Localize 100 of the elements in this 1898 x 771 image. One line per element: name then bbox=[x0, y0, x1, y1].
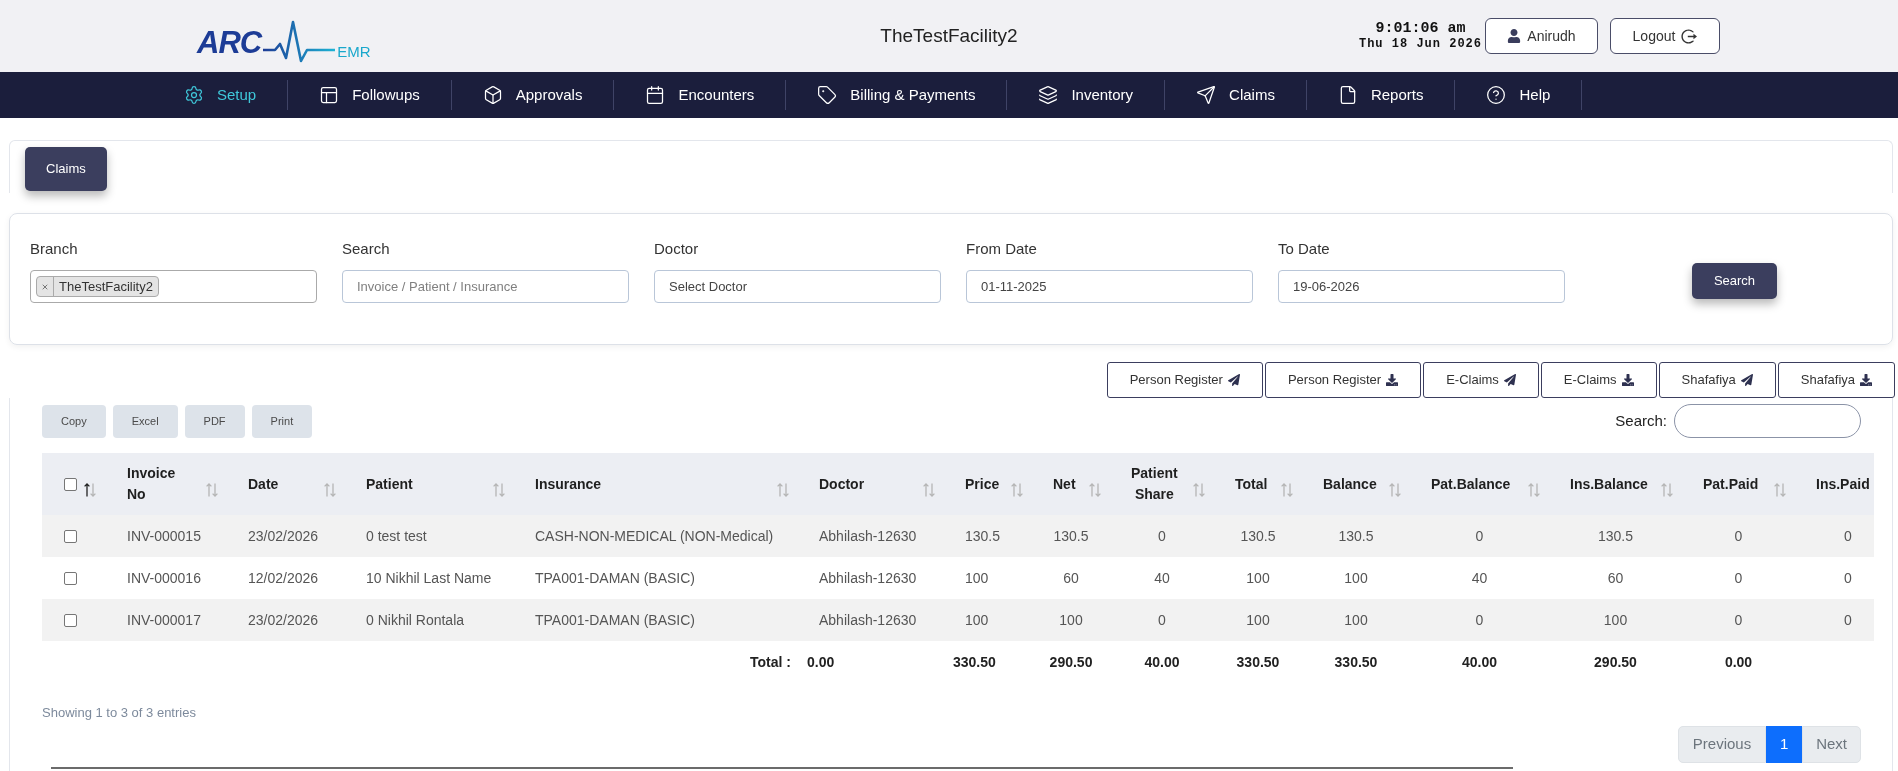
total-cell-text: 330.50 bbox=[1236, 653, 1280, 672]
table-cell-text: 130.5 bbox=[965, 526, 1001, 546]
page-tab[interactable]: Claims bbox=[25, 147, 107, 191]
gear-icon bbox=[184, 85, 204, 105]
export-button[interactable]: Person Register bbox=[1264, 362, 1422, 398]
table-cell-text: 0 bbox=[1734, 526, 1743, 546]
tag-label: TheTestFacility2 bbox=[58, 277, 154, 296]
layout-icon bbox=[319, 85, 340, 105]
export-button[interactable]: Person Register bbox=[1106, 362, 1263, 398]
checkbox[interactable] bbox=[64, 477, 77, 491]
horizontal-scrollbar[interactable] bbox=[51, 767, 1513, 769]
table-cell-text: 40 bbox=[1154, 568, 1170, 588]
column-header[interactable]: Patient bbox=[366, 473, 413, 495]
facility-title: TheTestFacility2 bbox=[879, 23, 1019, 48]
nav-item[interactable]: Help bbox=[1455, 80, 1583, 110]
date-field[interactable]: 01-11-2025 bbox=[966, 270, 1253, 303]
table-cell-text: 0 test test bbox=[366, 526, 427, 546]
table-tool-button[interactable]: Copy bbox=[42, 404, 106, 438]
page-button[interactable]: 1 bbox=[1766, 726, 1803, 763]
table-cell-text: 100 bbox=[965, 610, 989, 630]
field-label: Doctor bbox=[654, 239, 699, 259]
date-field[interactable]: 19-06-2026 bbox=[1278, 270, 1565, 303]
layers-icon bbox=[1038, 85, 1059, 105]
search-button[interactable]: Search bbox=[1692, 263, 1777, 299]
checkbox[interactable] bbox=[64, 613, 77, 627]
table-cell-text: 0 bbox=[1158, 526, 1166, 546]
table-cell-text: 0 bbox=[1734, 568, 1743, 588]
table-tool-button[interactable]: PDF bbox=[184, 404, 245, 438]
column-header[interactable]: Price bbox=[965, 473, 1000, 495]
table-cell-text: 100 bbox=[965, 568, 989, 588]
column-header[interactable]: Total bbox=[1235, 473, 1268, 495]
column-header[interactable]: Ins.Balance bbox=[1570, 473, 1648, 495]
select-field[interactable]: Select Doctor bbox=[654, 270, 941, 303]
table-cell-text: 23/02/2026 bbox=[248, 610, 319, 630]
user-icon bbox=[1507, 29, 1522, 43]
export-button[interactable]: E-Claims bbox=[1540, 362, 1657, 398]
total-cell-text: 0.00 bbox=[1724, 653, 1753, 672]
total-label: Total : bbox=[750, 653, 791, 672]
nav-item[interactable]: Reports bbox=[1306, 80, 1456, 110]
nav-item[interactable]: Claims bbox=[1165, 80, 1307, 110]
calendar-icon bbox=[645, 85, 666, 105]
column-header[interactable]: Ins.Paid bbox=[1816, 473, 1870, 495]
paper-plane-icon bbox=[1740, 374, 1753, 386]
nav-item[interactable]: Setup bbox=[153, 80, 289, 110]
table-cell-text: 0 bbox=[1844, 526, 1852, 546]
table-cell-text: INV-000017 bbox=[127, 610, 201, 630]
table-cell-text: 0 Nikhil Rontala bbox=[366, 610, 465, 630]
table-cell-text: 130.5 bbox=[1597, 526, 1633, 546]
column-header[interactable]: Doctor bbox=[819, 473, 865, 495]
paper-plane-icon bbox=[1196, 85, 1217, 105]
checkbox[interactable] bbox=[64, 571, 77, 585]
export-button[interactable]: E-Claims bbox=[1423, 362, 1539, 398]
table-tool-button[interactable]: Excel bbox=[112, 404, 178, 438]
clock-time: 9:01:06 am bbox=[1375, 21, 1466, 37]
export-button[interactable]: Shafafiya bbox=[1777, 362, 1895, 398]
logo-wordmark: ARC bbox=[197, 27, 264, 58]
nav-item[interactable]: Approvals bbox=[451, 80, 615, 110]
total-cell-text: 330.50 bbox=[953, 653, 996, 672]
field-label: Branch bbox=[30, 239, 78, 259]
logo-suffix: EMR bbox=[337, 44, 371, 59]
table-cell-text: 0 bbox=[1734, 610, 1743, 630]
total-cell-text: 0.00 bbox=[807, 653, 835, 672]
total-cell-text: 290.50 bbox=[1594, 653, 1637, 672]
column-header[interactable]: Insurance bbox=[535, 473, 602, 495]
column-header[interactable]: Invoice No bbox=[127, 463, 176, 505]
column-header[interactable]: Balance bbox=[1323, 473, 1377, 495]
table-cell-text: Abhilash-12630 bbox=[819, 568, 917, 588]
logout-button[interactable]: Logout bbox=[1610, 18, 1720, 54]
total-cell-text: 290.50 bbox=[1049, 653, 1093, 672]
table-cell-text: 130.5 bbox=[1053, 526, 1089, 546]
export-button[interactable]: Shafafiya bbox=[1658, 362, 1776, 398]
table-cell-text: 100 bbox=[1603, 610, 1628, 630]
nav-item[interactable]: Billing & Payments bbox=[786, 80, 1008, 110]
total-cell-text: 330.50 bbox=[1334, 653, 1378, 672]
paper-plane-icon bbox=[1503, 374, 1516, 386]
column-header[interactable]: Pat.Paid bbox=[1703, 473, 1759, 495]
table-cell-text: TPA001-DAMAN (BASIC) bbox=[535, 610, 695, 630]
checkbox[interactable] bbox=[64, 529, 77, 543]
column-header[interactable]: Date bbox=[248, 473, 279, 495]
sort-icon[interactable] bbox=[84, 483, 96, 497]
table-search-field[interactable] bbox=[1674, 404, 1861, 438]
table-cell-text: 100 bbox=[1246, 610, 1270, 630]
column-header[interactable]: Patient Share bbox=[1131, 463, 1178, 505]
remove-icon[interactable] bbox=[41, 282, 49, 291]
nav-item[interactable]: Followups bbox=[288, 80, 452, 110]
tag-select-field[interactable]: TheTestFacility2 bbox=[30, 270, 317, 303]
table-cell-text: 60 bbox=[1063, 568, 1079, 588]
table-cell-text: INV-000015 bbox=[127, 526, 201, 546]
table-cell-text: 100 bbox=[1344, 568, 1368, 588]
table-cell-text: Abhilash-12630 bbox=[819, 526, 917, 546]
table-tool-button[interactable]: Print bbox=[251, 404, 313, 438]
total-cell-text: 40.00 bbox=[1461, 653, 1497, 672]
column-header[interactable]: Pat.Balance bbox=[1431, 473, 1511, 495]
search-field[interactable]: Invoice / Patient / Insurance bbox=[342, 270, 629, 303]
download-icon bbox=[1621, 374, 1634, 386]
nav-item[interactable]: Encounters bbox=[614, 80, 787, 110]
column-header[interactable]: Net bbox=[1053, 473, 1076, 495]
user-button[interactable]: Anirudh bbox=[1485, 18, 1598, 54]
nav-item[interactable]: Inventory bbox=[1007, 80, 1166, 110]
table-cell-text: 0 bbox=[1475, 610, 1484, 630]
